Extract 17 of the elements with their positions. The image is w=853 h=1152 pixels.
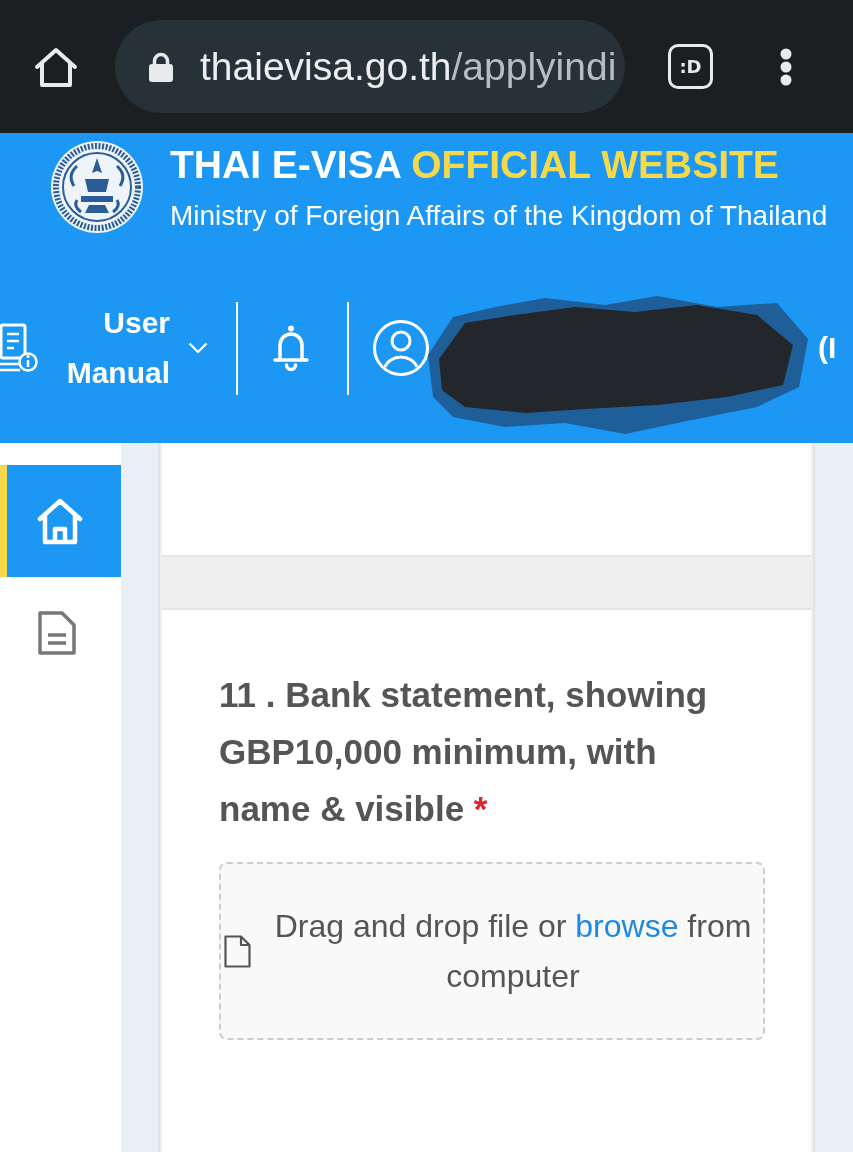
home-icon[interactable] (34, 45, 78, 88)
chevron-down-icon (188, 342, 208, 354)
site-title: THAI E-VISA OFFICIAL WEBSITE (170, 143, 780, 187)
address-bar[interactable]: thaievisa.go.th/applyindi (115, 20, 625, 113)
site-subtitle: Ministry of Foreign Affairs of the Kingdom of Thailand (170, 200, 828, 232)
question-label: 11 . Bank statement, showing GBP10,000 minimum, with name & visible * (219, 674, 709, 830)
tab-switcher-button[interactable]: :D (668, 44, 713, 89)
upload-instructions: Drag and drop file or browse from computer (273, 907, 753, 996)
home-icon (37, 497, 83, 545)
sidebar-item[interactable] (0, 465, 121, 577)
user-icon[interactable] (373, 320, 429, 376)
document-icon (37, 610, 77, 656)
file-icon (224, 934, 251, 968)
bell-icon[interactable] (272, 324, 310, 372)
lock-icon (148, 50, 174, 83)
file-dropzone[interactable]: Drag and drop file or browse from computer (219, 862, 765, 1040)
menu-icon[interactable] (780, 47, 792, 86)
